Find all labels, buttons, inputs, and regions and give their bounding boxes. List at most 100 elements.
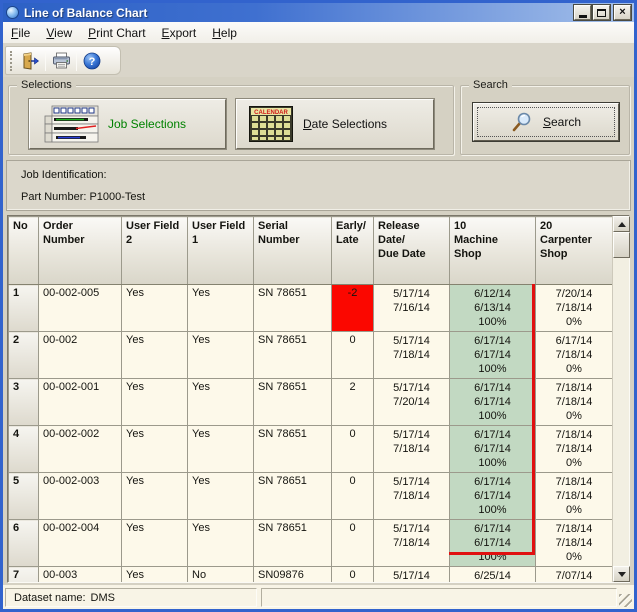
- title-bar: Line of Balance Chart ×: [3, 3, 634, 22]
- user-field-2-cell: Yes: [122, 379, 188, 426]
- scroll-up-button[interactable]: [613, 216, 630, 232]
- search-button-label: Search: [543, 115, 581, 129]
- serial-number-cell: SN 78651: [254, 332, 332, 379]
- machine-shop-cell: 6/17/146/17/14100%: [450, 473, 536, 520]
- col-header-machine-shop: 10MachineShop: [450, 217, 536, 285]
- user-field-2-cell: Yes: [122, 285, 188, 332]
- early-late-cell: 2: [332, 379, 374, 426]
- order-number-cell: 00-002-005: [39, 285, 122, 332]
- exit-button[interactable]: [18, 49, 42, 73]
- minimize-icon: [579, 15, 587, 18]
- menu-view-rest: iew: [54, 26, 72, 40]
- vertical-scrollbar[interactable]: [612, 216, 629, 582]
- col-header-serial-number: SerialNumber: [254, 217, 332, 285]
- print-button[interactable]: [49, 49, 73, 73]
- lob-table-container: No OrderNumber User Field2 User Field1 S…: [7, 215, 630, 583]
- search-group-label: Search: [469, 78, 512, 92]
- job-selections-button[interactable]: Job Selections: [29, 99, 226, 149]
- search-accel: S: [543, 115, 551, 129]
- row-number-cell: 3: [9, 379, 39, 426]
- date-selections-button[interactable]: CALENDAR Date Selections: [236, 99, 434, 149]
- menu-help-rest: elp: [221, 26, 237, 40]
- early-late-cell: 0: [332, 426, 374, 473]
- release-due-cell: 5/17/147/18/14: [374, 426, 450, 473]
- machine-shop-cell: 6/25/146/26/1410%: [450, 567, 536, 583]
- menu-export-accel: E: [162, 26, 170, 40]
- release-due-cell: 5/17/147/07/14: [374, 567, 450, 583]
- serial-number-cell: SN 78651: [254, 379, 332, 426]
- col-header-early-late: Early/Late: [332, 217, 374, 285]
- machine-shop-cell: 6/17/146/17/14100%: [450, 379, 536, 426]
- col-header-order-number: OrderNumber: [39, 217, 122, 285]
- machine-shop-cell: 6/12/146/13/14100%: [450, 285, 536, 332]
- serial-number-cell: SN09876: [254, 567, 332, 583]
- svg-text:?: ?: [89, 56, 96, 68]
- scroll-down-button[interactable]: [613, 566, 630, 582]
- lob-table: No OrderNumber User Field2 User Field1 S…: [8, 216, 612, 582]
- menu-help-accel: H: [212, 26, 221, 40]
- status-dataset-panel: Dataset name: DMS: [5, 588, 257, 607]
- print-icon: [52, 52, 71, 69]
- carpenter-shop-cell: 7/18/147/18/140%: [536, 520, 613, 567]
- menu-bar: File View Print Chart Export Help: [3, 22, 634, 44]
- search-button[interactable]: Search: [473, 103, 619, 141]
- machine-shop-cell: 6/17/146/17/14100%: [450, 520, 536, 567]
- resize-grip[interactable]: [619, 594, 632, 607]
- gantt-chart-icon: [44, 105, 100, 143]
- menu-view[interactable]: View: [38, 23, 80, 43]
- app-icon: [6, 6, 19, 19]
- table-row[interactable]: 3 00-002-001 Yes Yes SN 78651 2 5/17/147…: [9, 379, 613, 426]
- selections-group: Selections: [8, 85, 454, 155]
- table-row[interactable]: 5 00-002-003 Yes Yes SN 78651 0 5/17/147…: [9, 473, 613, 520]
- toolbar-grip[interactable]: [10, 51, 13, 71]
- minimize-button[interactable]: [574, 5, 591, 20]
- row-number-cell: 7: [9, 567, 39, 583]
- part-number-text: Part Number: P1000-Test: [21, 191, 145, 203]
- maximize-button[interactable]: [593, 5, 610, 20]
- date-selections-label: Date Selections: [303, 117, 387, 131]
- user-field-2-cell: Yes: [122, 426, 188, 473]
- help-button[interactable]: ?: [80, 49, 104, 73]
- row-number-cell: 2: [9, 332, 39, 379]
- close-button[interactable]: ×: [614, 5, 631, 20]
- menu-print-chart[interactable]: Print Chart: [80, 23, 153, 43]
- scrollbar-thumb[interactable]: [613, 232, 630, 258]
- app-window: Line of Balance Chart × File View Print …: [0, 0, 637, 612]
- table-header-row: No OrderNumber User Field2 User Field1 S…: [9, 217, 613, 285]
- release-due-cell: 5/17/147/18/14: [374, 332, 450, 379]
- table-row[interactable]: 4 00-002-002 Yes Yes SN 78651 0 5/17/147…: [9, 426, 613, 473]
- row-number-cell: 5: [9, 473, 39, 520]
- serial-number-cell: SN 78651: [254, 473, 332, 520]
- col-header-no: No: [9, 217, 39, 285]
- svg-text:CALENDAR: CALENDAR: [254, 110, 288, 116]
- table-row[interactable]: 6 00-002-004 Yes Yes SN 78651 0 5/17/147…: [9, 520, 613, 567]
- job-identification-title: Job Identification:: [21, 169, 107, 181]
- early-late-cell: -2: [332, 285, 374, 332]
- menu-export[interactable]: Export: [154, 23, 205, 43]
- table-row[interactable]: 7 00-003 Yes No SN09876 0 5/17/147/07/14…: [9, 567, 613, 583]
- exit-icon: [21, 52, 39, 70]
- release-due-cell: 5/17/147/18/14: [374, 473, 450, 520]
- serial-number-cell: SN 78651: [254, 285, 332, 332]
- row-number-cell: 1: [9, 285, 39, 332]
- line-of-balance-vertical: [532, 284, 535, 555]
- order-number-cell: 00-002-002: [39, 426, 122, 473]
- serial-number-cell: SN 78651: [254, 520, 332, 567]
- table-row[interactable]: 1 00-002-005 Yes Yes SN 78651 -2 5/17/14…: [9, 285, 613, 332]
- calendar-icon: CALENDAR: [249, 106, 293, 142]
- dataset-value: DMS: [91, 592, 115, 604]
- status-bar: Dataset name: DMS: [3, 585, 634, 609]
- lob-grid: No OrderNumber User Field2 User Field1 S…: [8, 216, 612, 582]
- user-field-2-cell: Yes: [122, 567, 188, 583]
- status-secondary-panel: [261, 588, 617, 607]
- carpenter-shop-cell: 7/18/147/18/140%: [536, 473, 613, 520]
- search-rest: earch: [551, 115, 581, 129]
- menu-help[interactable]: Help: [204, 23, 245, 43]
- col-header-carpenter-shop: 20CarpenterShop: [536, 217, 613, 285]
- table-row[interactable]: 2 00-002 Yes Yes SN 78651 0 5/17/147/18/…: [9, 332, 613, 379]
- release-due-cell: 5/17/147/16/14: [374, 285, 450, 332]
- menu-file[interactable]: File: [3, 23, 38, 43]
- menu-print-rest: rint Chart: [96, 26, 145, 40]
- search-group: Search Search: [460, 85, 630, 155]
- order-number-cell: 00-002: [39, 332, 122, 379]
